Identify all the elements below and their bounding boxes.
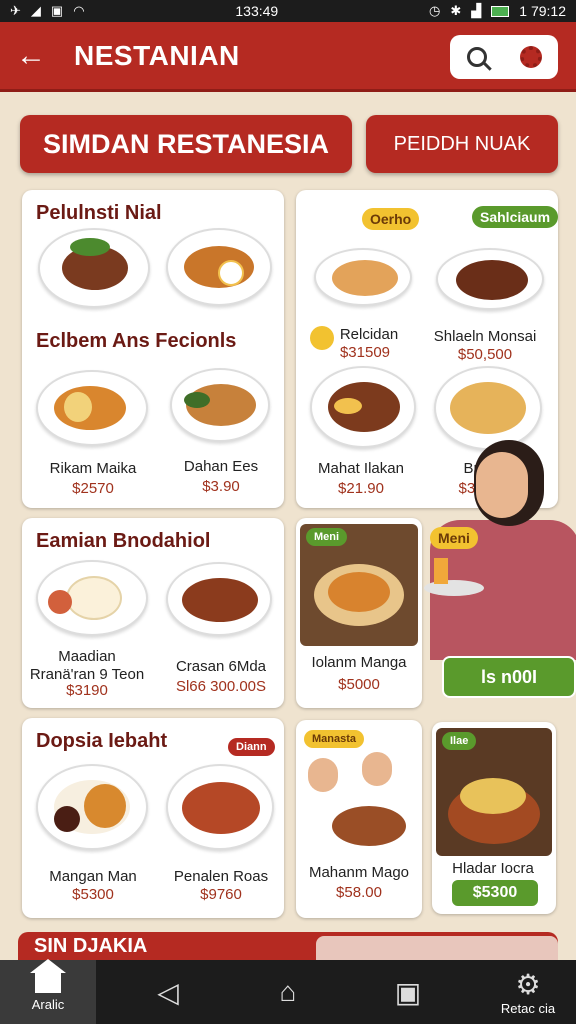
search-icon[interactable] (466, 47, 487, 67)
nav-bar: Aralic ◁ ⌂ ▣ ⚙ Retac cia (0, 958, 576, 1024)
dish-price: $9760 (200, 886, 242, 903)
airplane-icon: ✈ (10, 3, 21, 18)
signal-icon: ◢ (30, 3, 41, 18)
home-outline-icon: ⌂ (279, 976, 297, 1007)
bluetooth-icon: ✱ (450, 3, 462, 18)
strip-label: SIN DJAKIA (34, 935, 148, 957)
tag-bubble: Meni (306, 528, 348, 546)
price-button[interactable]: $5300 (450, 878, 540, 908)
dish-price: $3190 (66, 682, 108, 699)
nav-home-label: Aralic (31, 996, 65, 1012)
tag-bubble: Sahlciaum (472, 206, 559, 228)
section-title: Eamian Bnodahiol (36, 530, 211, 552)
battery-icon (491, 5, 510, 17)
dish-price: $58.00 (336, 884, 382, 901)
dish-image[interactable] (310, 366, 416, 448)
menu-card-5: Dopsia Iebaht Diann Mangan Man $5300 Pen… (22, 718, 284, 918)
back-arrow-icon[interactable]: ← (16, 39, 56, 73)
menu-card-4: Meni Iolanm Manga $5000 (296, 518, 422, 708)
alarm-icon: ◷ (429, 3, 441, 18)
wifi-icon: ◠ (73, 3, 85, 18)
section-title: Eclbem Ans Fecionls (36, 330, 237, 352)
menu-card-6: Manasta Mahanm Mago $58.00 (296, 720, 422, 918)
dish-name: Maadian Rranä'ran 9 Teon (29, 648, 145, 683)
waitress-illustration (420, 430, 576, 680)
dish-image[interactable] (314, 248, 412, 306)
gear-icon: ⚙ (515, 969, 541, 1000)
menu-card-3: Eamian Bnodahiol Maadian Rranä'ran 9 Teo… (22, 518, 284, 708)
settings-icon[interactable] (519, 46, 542, 68)
dish-image[interactable] (166, 764, 274, 850)
dish-image[interactable] (36, 560, 148, 636)
nav-settings-label: Retac cia (500, 1001, 556, 1016)
dish-price: $5000 (338, 676, 380, 693)
price-button[interactable]: ls n00I (442, 656, 576, 698)
customer-illustration (302, 750, 416, 850)
app-actions (450, 35, 558, 79)
dish-price: $5300 (72, 886, 114, 903)
dish-price: $31509 (339, 344, 391, 361)
status-time: 133:49 (235, 3, 279, 19)
back-triangle-icon: ◁ (157, 976, 179, 1008)
dish-name: Shlaeln Monsai (433, 328, 537, 345)
section-title: Pelulnsti Nial (36, 202, 162, 224)
dish-image[interactable] (166, 228, 272, 306)
side-banner-button[interactable]: PEIDDH NUAK (366, 115, 558, 173)
dish-name: Penalen Roas (173, 868, 269, 885)
nav-home-circle[interactable]: ⌂ (240, 976, 336, 1008)
cell-signal-icon: ▟ (471, 3, 482, 18)
dish-name: Mangan Man (49, 868, 137, 885)
dish-image[interactable] (36, 764, 148, 850)
dish-name: Hladar Iocra (452, 860, 534, 877)
status-time-right: 1 79:12 (519, 3, 566, 19)
menu-card-7: Ilae Hladar Iocra $5300 (432, 722, 556, 914)
tag-bubble: Meni (430, 527, 478, 549)
tag-bubble: Ilae (442, 732, 477, 750)
recents-icon: ▣ (394, 976, 422, 1008)
dish-image[interactable] (436, 248, 544, 310)
dish-image[interactable] (38, 228, 150, 308)
strip-tab (316, 936, 558, 960)
dish-image[interactable] (36, 370, 148, 446)
dish-image[interactable] (170, 368, 270, 442)
status-bar: ✈ ◢ ▣ ◠ 133:49 ◷ ✱ ▟ 1 79:12 (0, 0, 576, 22)
dish-name: Mahanm Mago (308, 864, 410, 881)
nav-settings[interactable]: ⚙ Retac cia (480, 968, 576, 1016)
nav-recents[interactable]: ▣ (360, 976, 456, 1009)
tag-bubble: Diann (228, 738, 275, 756)
restaurant-banner[interactable]: SIMDAN RESTANESIA (20, 115, 352, 173)
dish-name: Rikam Maika (49, 460, 137, 477)
dish-image[interactable] (166, 562, 272, 636)
tag-bubble: Oerho (362, 208, 420, 230)
nav-home[interactable]: Aralic (0, 958, 96, 1024)
home-icon (30, 958, 66, 993)
dish-name: Dahan Ees (183, 458, 259, 475)
sim-icon: ▣ (50, 3, 64, 18)
page-title: NESTANIAN (74, 39, 240, 71)
dish-name: Iolanm Manga (311, 654, 407, 671)
dish-price: Sl66 300.00S (175, 678, 267, 695)
dish-price: $50,500 (457, 346, 513, 363)
dish-price: $2570 (72, 480, 114, 497)
dish-name: Relcidan (339, 326, 399, 343)
dish-price: $3.90 (202, 478, 240, 495)
menu-card-1: Pelulnsti Nial Eclbem Ans Fecionls Rikam… (22, 190, 284, 508)
tag-bubble: Manasta (304, 730, 365, 748)
dish-name: Crasan 6Mda (175, 658, 267, 675)
section-title: Dopsia Iebaht (36, 730, 168, 752)
nav-back[interactable]: ◁ (120, 976, 216, 1009)
app-bar: ← NESTANIAN (0, 22, 576, 92)
bottom-strip[interactable]: SIN DJAKIA (18, 932, 558, 960)
